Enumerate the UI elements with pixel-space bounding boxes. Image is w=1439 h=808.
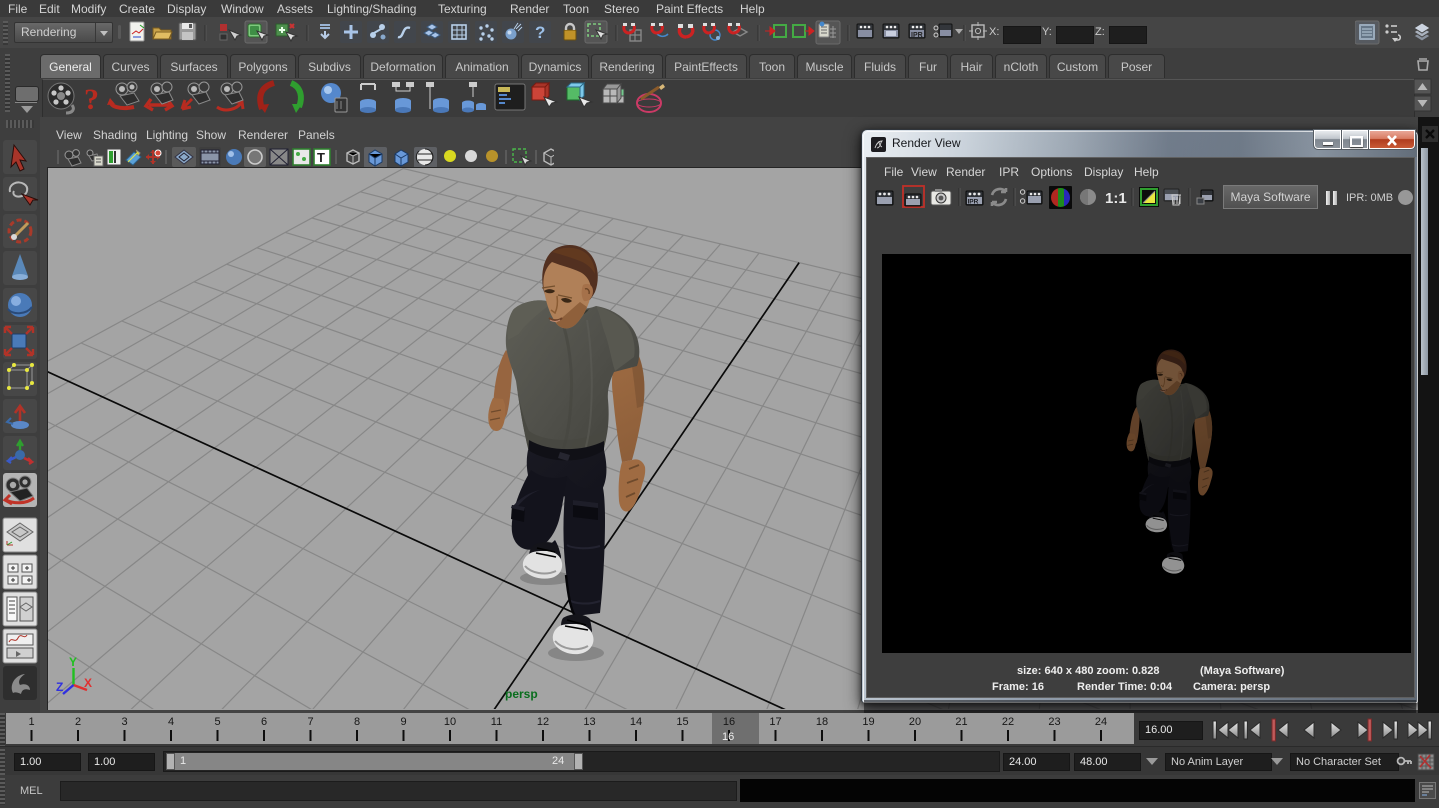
svg-text:21: 21 — [955, 716, 967, 728]
svg-text:X: X — [84, 676, 92, 690]
svg-text:?: ? — [84, 83, 99, 116]
svg-text:3: 3 — [121, 716, 127, 728]
svg-text:1:1: 1:1 — [1105, 190, 1127, 207]
svg-text:18: 18 — [816, 716, 828, 728]
svg-text:20: 20 — [909, 716, 921, 728]
svg-text:IPR: IPR — [911, 32, 923, 39]
svg-text:12: 12 — [537, 716, 549, 728]
svg-text:7: 7 — [307, 716, 313, 728]
svg-text:16: 16 — [722, 731, 734, 743]
svg-text:16: 16 — [723, 716, 735, 728]
svg-text:23: 23 — [1048, 716, 1060, 728]
svg-text:13: 13 — [583, 716, 595, 728]
svg-text:IPR: IPR — [968, 199, 979, 206]
svg-text:14: 14 — [630, 716, 642, 728]
svg-text:2: 2 — [75, 716, 81, 728]
svg-text:10: 10 — [444, 716, 456, 728]
svg-text:19: 19 — [862, 716, 874, 728]
svg-text:22: 22 — [1002, 716, 1014, 728]
svg-text:8: 8 — [354, 716, 360, 728]
svg-text:1: 1 — [28, 716, 34, 728]
svg-text:4: 4 — [168, 716, 174, 728]
svg-text:15: 15 — [676, 716, 688, 728]
svg-text:?: ? — [535, 23, 545, 42]
svg-text:17: 17 — [769, 716, 781, 728]
svg-text:11: 11 — [491, 716, 502, 728]
svg-text:Z: Z — [56, 680, 63, 694]
svg-text:24: 24 — [1095, 716, 1107, 728]
svg-text:9: 9 — [400, 716, 406, 728]
svg-text:5: 5 — [214, 716, 220, 728]
svg-text:Y: Y — [69, 655, 77, 669]
svg-text:T: T — [317, 150, 325, 165]
svg-text:6: 6 — [261, 716, 267, 728]
